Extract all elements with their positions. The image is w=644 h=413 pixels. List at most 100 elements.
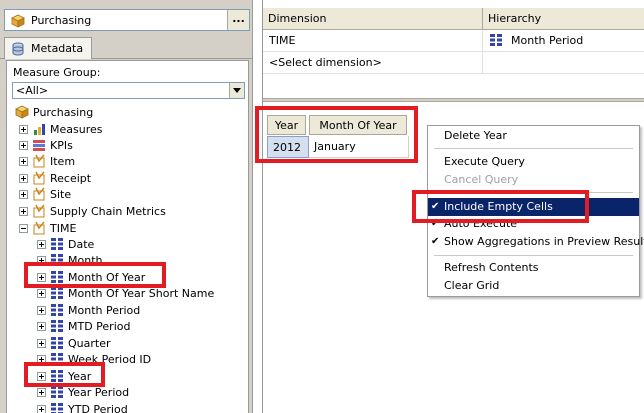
tree-item-label: Month Of Year (68, 271, 146, 284)
kpis-icon (32, 138, 46, 152)
menu-separator (434, 148, 633, 149)
database-icon (11, 42, 25, 59)
menu-item-show-aggregations[interactable]: ✔ Show Aggregations in Preview Results (428, 233, 644, 251)
tree-item-label: Receipt (50, 172, 92, 185)
menu-item-include-empty-cells[interactable]: ✔ Include Empty Cells (428, 198, 639, 216)
check-icon: ✔ (431, 201, 440, 212)
expand-icon[interactable] (37, 338, 46, 348)
filter-cell-hierarchy[interactable]: Month Period (483, 30, 644, 52)
column-header-hierarchy[interactable]: Hierarchy (483, 8, 644, 30)
tree-item-date[interactable]: Date (37, 237, 94, 253)
cube-selector[interactable]: Purchasing ... (4, 9, 250, 31)
expand-icon[interactable] (19, 140, 28, 150)
filter-cell-dimension[interactable]: TIME (263, 30, 483, 52)
tree-item-month[interactable]: Month (37, 253, 102, 269)
tree-root-purchasing[interactable]: Purchasing (15, 105, 93, 121)
dimension-icon (32, 221, 46, 235)
tree-item-label: Quarter (68, 337, 111, 350)
tree-item-quarter[interactable]: Quarter (37, 336, 111, 352)
hierarchy-icon (50, 270, 64, 284)
tree-item-ytd-period[interactable]: YTD Period (37, 402, 128, 413)
menu-item-delete-year[interactable]: Delete Year (428, 127, 639, 145)
filter-cell-hierarchy-empty[interactable] (483, 52, 644, 74)
cube-selector-value: Purchasing (31, 14, 92, 27)
expand-icon[interactable] (37, 354, 46, 364)
column-header-dimension[interactable]: Dimension (263, 8, 483, 30)
hierarchy-icon (50, 286, 64, 300)
tree-item-month-of-year-short-name[interactable]: Month Of Year Short Name (37, 286, 214, 302)
menu-item-execute-query[interactable]: Execute Query (428, 153, 639, 171)
tree-item-label: TIME (50, 222, 77, 235)
tree-item-year[interactable]: Year (37, 369, 91, 385)
result-cell-month[interactable]: January (309, 136, 409, 158)
expand-icon[interactable] (19, 124, 28, 134)
result-column-month-of-year[interactable]: Month Of Year (309, 115, 407, 135)
expand-icon[interactable] (37, 239, 46, 249)
dimension-icon (32, 171, 46, 185)
result-cell-year[interactable]: 2012 (267, 136, 309, 158)
result-column-year[interactable]: Year (267, 115, 306, 135)
tree-item-month-of-year[interactable]: Month Of Year (37, 270, 145, 286)
menu-item-label: Delete Year (444, 129, 507, 142)
tree-item-mtd-period[interactable]: MTD Period (37, 319, 130, 335)
expand-icon[interactable] (19, 189, 28, 199)
tree-item-time[interactable]: TIME (19, 221, 76, 237)
expand-icon[interactable] (19, 206, 28, 216)
metadata-pane: Purchasing ... Metadata Measure Group: <… (0, 0, 253, 413)
hierarchy-icon (50, 369, 64, 383)
hierarchy-icon (50, 319, 64, 333)
expand-icon[interactable] (37, 255, 46, 265)
expand-icon[interactable] (37, 387, 46, 397)
tree-item-item[interactable]: Item (19, 154, 75, 170)
measure-group-select[interactable]: <All> (12, 82, 245, 99)
expand-icon[interactable] (37, 305, 46, 315)
expand-icon[interactable] (37, 272, 46, 282)
menu-item-cancel-query: Cancel Query (428, 171, 639, 189)
dimension-icon (32, 204, 46, 218)
expand-icon[interactable] (37, 404, 46, 413)
tab-metadata-label: Metadata (31, 42, 84, 55)
expand-icon[interactable] (19, 156, 28, 166)
expand-icon[interactable] (37, 371, 46, 381)
tree-item-label: MTD Period (68, 320, 131, 333)
tree-item-label: Measures (50, 123, 103, 136)
tree-item-supply-chain-metrics[interactable]: Supply Chain Metrics (19, 204, 166, 220)
chevron-down-icon[interactable] (229, 83, 244, 98)
menu-item-label: Show Aggregations in Preview Results (444, 235, 644, 248)
cube-browse-button[interactable]: ... (227, 10, 249, 30)
tree-item-measures[interactable]: Measures (19, 122, 102, 138)
expand-icon[interactable] (37, 321, 46, 331)
menu-item-auto-execute[interactable]: ✔ Auto Execute (428, 215, 639, 233)
tab-metadata[interactable]: Metadata (4, 37, 92, 59)
cube-icon (15, 105, 29, 119)
tree-item-year-period[interactable]: Year Period (37, 385, 129, 401)
hierarchy-icon (50, 402, 64, 413)
menu-item-label: Include Empty Cells (444, 200, 553, 213)
tree-item-label: Year (68, 370, 92, 383)
tree-item-month-period[interactable]: Month Period (37, 303, 140, 319)
select-dimension-cell[interactable]: <Select dimension> (263, 52, 483, 74)
menu-item-label: Cancel Query (444, 173, 519, 186)
collapse-icon[interactable] (19, 223, 28, 233)
tree-item-kpis[interactable]: KPIs (19, 138, 73, 154)
tree-item-label: Date (68, 238, 95, 251)
check-icon: ✔ (431, 218, 440, 229)
menu-separator (434, 255, 633, 256)
tab-strip: Metadata (0, 35, 252, 59)
filter-cell-hierarchy-text: Month Period (511, 34, 584, 47)
menu-item-refresh-contents[interactable]: Refresh Contents (428, 259, 639, 277)
menu-item-label: Execute Query (444, 155, 525, 168)
measure-group-label: Measure Group: (13, 66, 101, 79)
expand-icon[interactable] (37, 288, 46, 298)
pane-splitter[interactable] (263, 98, 644, 102)
tree-item-label: Year Period (68, 386, 130, 399)
dimension-icon (32, 187, 46, 201)
hierarchy-icon (50, 237, 64, 251)
tree-item-site[interactable]: Site (19, 187, 71, 203)
tree-item-receipt[interactable]: Receipt (19, 171, 91, 187)
expand-icon[interactable] (19, 173, 28, 183)
menu-item-clear-grid[interactable]: Clear Grid (428, 277, 639, 295)
hierarchy-icon (50, 253, 64, 267)
hierarchy-icon (50, 336, 64, 350)
tree-item-week-period-id[interactable]: Week Period ID (37, 352, 151, 368)
